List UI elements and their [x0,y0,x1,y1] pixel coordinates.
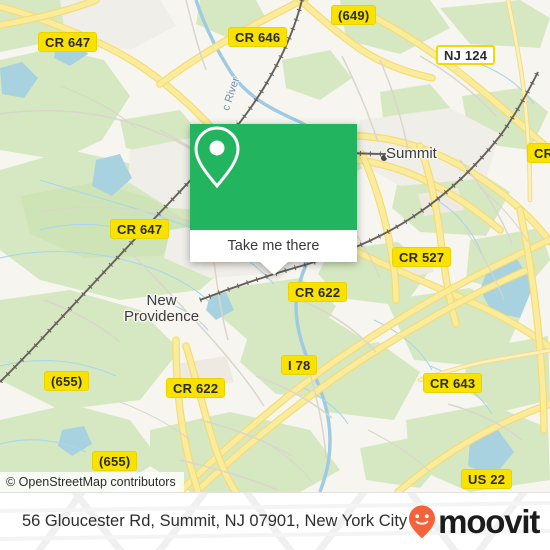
moovit-logo[interactable]: moovit [407,503,540,540]
footer-content: 56 Gloucester Rd, Summit, NJ 07901, New … [0,493,550,550]
place-label-summit: Summit [386,145,437,162]
road-shield-649: (649) [331,5,377,25]
road-shield-cr-647-nw: CR 647 [38,32,98,52]
location-popup[interactable]: Take me there [190,124,357,275]
road-shield-cr-643: CR 643 [423,373,483,393]
footer-bar: 56 Gloucester Rd, Summit, NJ 07901, New … [0,492,550,550]
take-me-there-label: Take me there [227,238,320,254]
map-canvas[interactable]: .park { fill:#d6e8c1; } .park2 { fill:#c… [0,0,550,492]
road-shield-nj-124: NJ 124 [436,45,496,65]
screenshot-root: .park { fill:#d6e8c1; } .park2 { fill:#c… [0,0,550,550]
map-attribution[interactable]: © OpenStreetMap contributors [0,472,184,492]
road-shield-cr-647-w: CR 647 [110,219,170,239]
road-shield-cr-646: CR 646 [228,27,288,47]
moovit-wordmark: moovit [438,503,540,540]
road-shield-cr-right: CR [527,143,550,163]
road-shield-cr-527: CR 527 [392,247,452,267]
place-label-new-providence: New Providence [124,292,200,326]
road-shield-cr-622-mid: CR 622 [288,282,348,302]
road-shield-us-22: US 22 [461,469,513,489]
take-me-there-button[interactable]: Take me there [190,230,357,262]
address-label: 56 Gloucester Rd, Summit, NJ 07901, New … [22,512,408,530]
popup-pointer [258,261,289,275]
moovit-pin-icon [409,505,436,538]
road-shield-i-78: I 78 [281,355,318,375]
map-pin-icon [194,126,240,189]
road-shield-655-s: (655) [92,451,138,471]
road-shield-cr-622-sw: CR 622 [166,378,226,398]
popup-header [190,124,357,230]
road-shield-655-nw: (655) [44,371,90,391]
